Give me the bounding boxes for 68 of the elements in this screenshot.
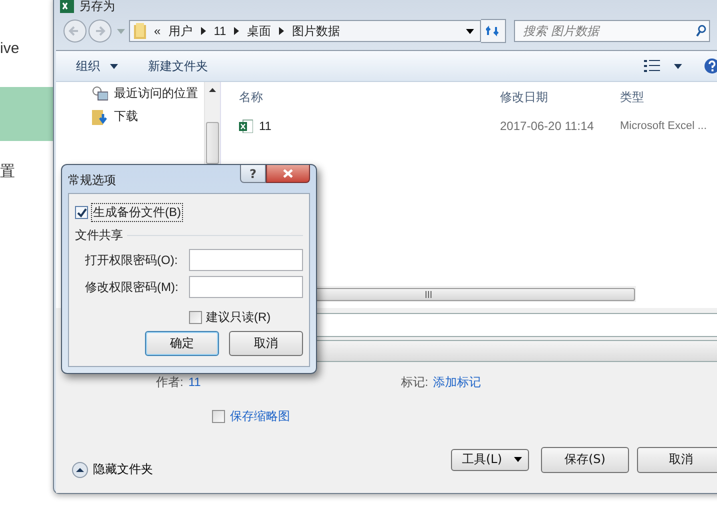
field-label: 修改权限密码(M): — [85, 278, 178, 296]
checkbox[interactable] — [75, 206, 88, 219]
author-value[interactable]: 11 — [188, 375, 201, 389]
breadcrumb-item[interactable]: 图片数据 — [292, 22, 340, 40]
checkbox-label[interactable]: 保存缩略图 — [230, 408, 290, 425]
close-button[interactable] — [266, 165, 310, 183]
cancel-button[interactable]: 取消 — [637, 446, 717, 472]
organize-menu[interactable]: 组织 — [72, 56, 104, 76]
checkbox-label[interactable]: 生成备份文件(B) — [92, 204, 182, 221]
column-header[interactable]: 修改日期 — [500, 88, 620, 106]
folder-icon — [134, 23, 146, 39]
recent-places-icon — [92, 86, 108, 102]
field-label: 打开权限密码(O): — [85, 252, 178, 268]
cancel-button[interactable]: 取消 — [229, 331, 303, 356]
grip-icon — [424, 290, 432, 298]
download-folder-icon — [92, 108, 108, 124]
column-header[interactable]: 名称 — [221, 88, 500, 106]
caret-icon — [110, 64, 118, 68]
collapse-icon — [72, 462, 88, 478]
column-header[interactable]: 类型 — [620, 88, 644, 106]
chevron-icon — [200, 27, 206, 35]
save-button[interactable]: 保存(S) — [541, 446, 629, 472]
refresh-button[interactable] — [481, 19, 506, 43]
group-label: 文件共享 — [75, 227, 123, 244]
search-field[interactable]: 搜索 图片数据 — [514, 20, 710, 42]
forward-button[interactable] — [88, 19, 112, 43]
close-icon — [283, 169, 293, 178]
refresh-icon — [486, 25, 500, 37]
help-button[interactable]: ? — [240, 165, 266, 183]
window-title: 另存为 — [79, 0, 115, 14]
breadcrumb-item[interactable]: 11 — [214, 24, 226, 38]
tools-button[interactable]: 工具(L) — [451, 448, 529, 470]
new-folder-button[interactable]: 新建文件夹 — [144, 56, 212, 76]
table-cell: Microsoft Excel ... — [620, 120, 707, 132]
file-name[interactable]: 11 — [259, 119, 272, 133]
author-label: 作者: — [156, 374, 184, 390]
breadcrumb-item[interactable]: 用户 — [168, 22, 193, 40]
password-field[interactable] — [189, 249, 303, 271]
caret-icon[interactable] — [674, 64, 682, 68]
table-cell-text: 2017-06-20 11:14 — [500, 119, 595, 133]
caret-icon — [514, 457, 522, 462]
chevron-icon — [279, 27, 284, 35]
address-bar[interactable]: « 用户 11 桌面 图片数据 — [129, 20, 481, 42]
caret-icon[interactable] — [466, 28, 474, 34]
breadcrumb-prefix[interactable]: « — [154, 24, 161, 38]
checkbox-label[interactable]: 建议只读(R) — [206, 309, 271, 326]
search-icon — [696, 25, 706, 37]
back-button[interactable] — [63, 19, 87, 43]
chevron-icon — [234, 27, 240, 35]
view-icon[interactable] — [644, 60, 660, 72]
page-text: 置 — [0, 162, 15, 181]
password-field[interactable] — [189, 276, 303, 298]
hide-folders-button[interactable]: 隐藏文件夹 — [72, 461, 153, 478]
ok-button[interactable]: 确定 — [145, 331, 219, 356]
tags-label: 标记: — [400, 374, 428, 390]
nav-item[interactable]: 最近访问的位置 — [92, 85, 204, 102]
page-text: ive — [0, 40, 20, 57]
nav-item[interactable]: 下载 — [92, 108, 204, 125]
spreadsheet-file-icon — [239, 119, 253, 133]
add-tag-link[interactable]: 添加标记 — [433, 374, 482, 390]
dialog-title: 常规选项 — [68, 172, 116, 189]
spreadsheet-icon — [60, 0, 74, 13]
checkbox[interactable] — [189, 311, 202, 324]
scroll-up-icon[interactable] — [209, 88, 216, 92]
scroll-thumb[interactable] — [206, 122, 219, 164]
help-icon[interactable] — [704, 58, 717, 74]
breadcrumb-item[interactable]: 桌面 — [247, 22, 272, 40]
checkbox[interactable] — [212, 410, 225, 423]
